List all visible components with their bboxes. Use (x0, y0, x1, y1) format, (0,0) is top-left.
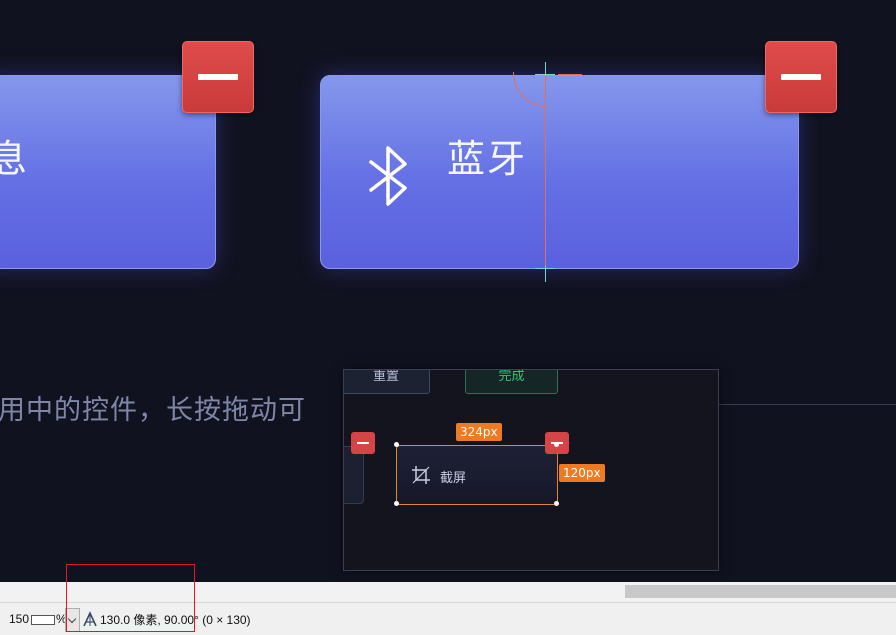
preview-tile-partial[interactable] (344, 446, 364, 504)
measure-guide-cap-bottom (545, 266, 546, 282)
preview-popup: 重置 完成 截屏 (343, 369, 719, 571)
scrollbar-thumb[interactable] (625, 585, 896, 598)
resize-handle[interactable] (554, 442, 559, 447)
zoom-value: 150 (9, 612, 30, 626)
divider-line (718, 404, 896, 405)
done-button[interactable]: 完成 (465, 370, 558, 394)
control-tile-bluetooth[interactable]: 蓝牙 (320, 75, 799, 269)
preview-tile-label: 截屏 (440, 471, 467, 486)
resize-handle[interactable] (554, 501, 559, 506)
resize-handle[interactable] (394, 442, 399, 447)
remove-button-bluetooth[interactable] (765, 41, 837, 113)
preview-tile-screenshot[interactable]: 截屏 (396, 445, 558, 505)
highlight-annotation (66, 564, 195, 632)
height-badge: 120px (559, 464, 605, 482)
reset-button[interactable]: 重置 (344, 370, 430, 394)
measure-guide-horizontal (558, 74, 582, 75)
bluetooth-icon (369, 146, 407, 206)
resize-handle[interactable] (394, 501, 399, 506)
crop-icon (412, 466, 430, 484)
zoom-ruler-icon (31, 615, 55, 625)
edit-hint-text: 用中的控件，长按拖动可 (0, 395, 306, 426)
remove-icon[interactable] (351, 432, 375, 454)
zoom-input[interactable]: 150 % (4, 610, 67, 628)
tile-label-info: 息 (0, 137, 30, 181)
width-badge: 324px (456, 423, 502, 441)
app-canvas: 息 蓝牙 用中的控件，长按拖动可 重置 完成 截屏 324px 120px (0, 0, 896, 582)
remove-button-info[interactable] (182, 41, 254, 113)
tile-label-bluetooth: 蓝牙 (447, 137, 528, 181)
